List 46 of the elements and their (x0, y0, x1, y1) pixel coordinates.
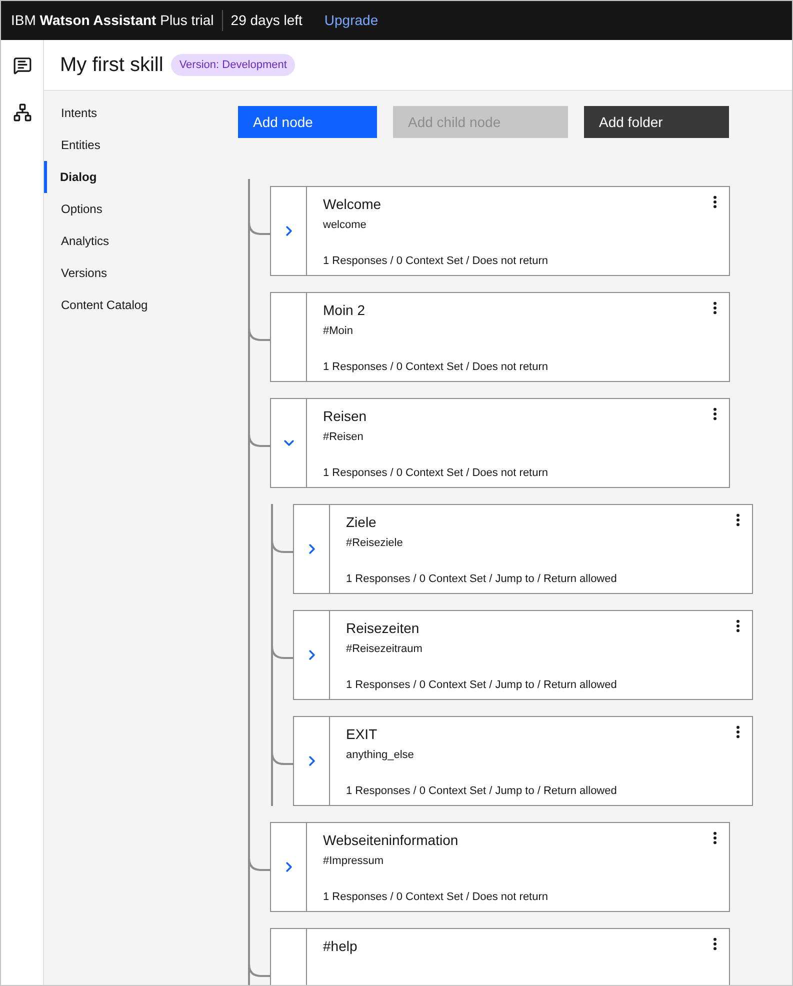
nav-item[interactable]: Analytics (44, 225, 220, 257)
node-condition: #Reiseziele (346, 536, 404, 551)
dialog-node-card[interactable]: #help (270, 928, 730, 985)
version-tag: Version: Development (171, 54, 295, 76)
node-title: Reisezeiten (346, 619, 420, 638)
node-summary: 1 Responses / 0 Context Set / Jump to / Return allowed (346, 572, 618, 586)
upgrade-link[interactable]: Upgrade (324, 10, 378, 31)
node-condition: #Reisen (323, 430, 364, 445)
toolbar-button[interactable]: Add node (238, 106, 377, 138)
node-title: #help (323, 937, 358, 956)
product-name: IBM Watson Assistant Plus trial (11, 10, 223, 31)
nav-item[interactable]: Entities (44, 129, 220, 161)
node-title: Moin 2 (323, 301, 366, 320)
node-title: Welcome (323, 195, 382, 214)
node-title: Ziele (346, 513, 378, 532)
node-title: Reisen (323, 407, 368, 426)
nav-item[interactable]: Options (44, 193, 220, 225)
nav-item[interactable]: Intents (44, 97, 220, 129)
tree-icon[interactable] (12, 103, 32, 122)
node-condition: #Impressum (323, 854, 385, 869)
node-condition: anything_else (346, 748, 415, 763)
dialog-node-card[interactable]: Moin 2 #Moin 1 Responses / 0 Context Set / Does not return (270, 292, 730, 382)
dialog-node-card[interactable]: Reisen #Reisen 1 Responses / 0 Context Set / Does not return (270, 398, 730, 488)
nav-item[interactable]: Content Catalog (44, 289, 220, 321)
dialog-node-card[interactable]: EXIT anything_else 1 Responses / 0 Context Set / Jump to / Return allowed (293, 716, 753, 806)
nav-item[interactable]: Dialog (44, 161, 220, 193)
node-summary: 1 Responses / 0 Context Set / Does not return (323, 466, 550, 480)
node-summary: 1 Responses / 0 Context Set / Does not return (323, 254, 550, 268)
nav-item[interactable]: Versions (44, 257, 220, 289)
node-summary: 1 Responses / 0 Context Set / Jump to / Return allowed (346, 678, 618, 692)
node-condition: #Reisezeitraum (346, 642, 424, 657)
dialog-node-card[interactable]: Reisezeiten #Reisezeitraum 1 Responses / 0 Context Set / Jump to / Return allowed (293, 610, 753, 700)
toolbar-button[interactable]: Add folder (584, 106, 729, 138)
node-summary: 1 Responses / 0 Context Set / Jump to / Return allowed (346, 784, 618, 798)
dialog-node-card[interactable]: Webseiteninformation #Impressum 1 Responses / 0 Context Set / Does not return (270, 822, 730, 912)
node-title: EXIT (346, 725, 378, 744)
dialog-node-card[interactable]: Welcome welcome 1 Responses / 0 Context Set / Does not return (270, 186, 730, 276)
node-condition: welcome (323, 218, 368, 233)
node-summary: 1 Responses / 0 Context Set / Does not return (323, 360, 550, 374)
node-title: Webseiteninformation (323, 831, 460, 850)
node-condition: #Moin (323, 324, 354, 339)
node-summary: 1 Responses / 0 Context Set / Does not return (323, 890, 550, 904)
dialog-node-card[interactable]: Ziele #Reiseziele 1 Responses / 0 Context Set / Jump to / Return allowed (293, 504, 753, 594)
trial-status: 29 days left (230, 11, 302, 30)
chat-icon[interactable] (12, 56, 32, 75)
skill-title: My first skill (60, 53, 164, 78)
